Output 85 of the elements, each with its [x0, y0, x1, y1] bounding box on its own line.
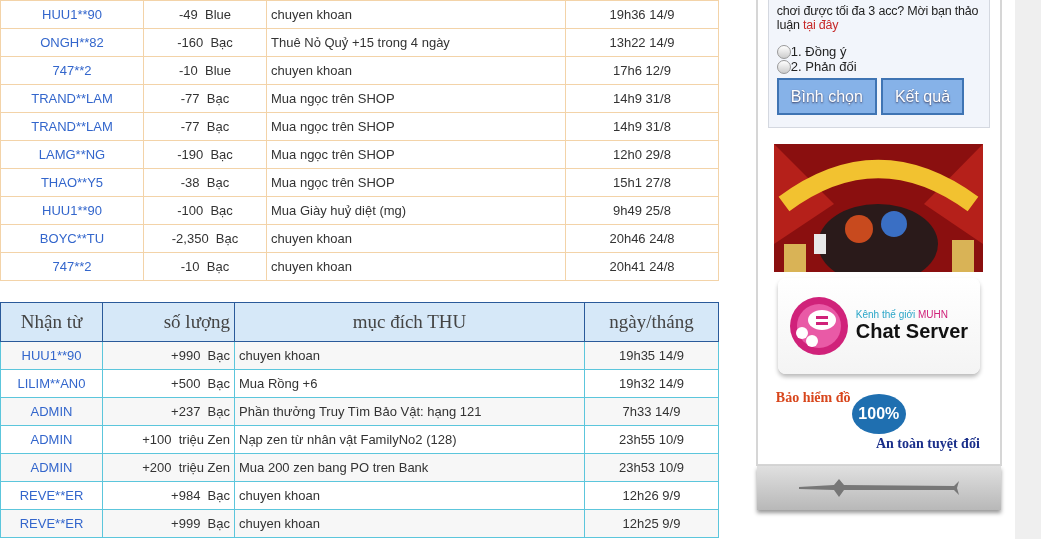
- chat-server-banner[interactable]: Kênh thế giới MUHN Chat Server: [777, 278, 980, 374]
- amount-cell: -160 Bạc: [143, 28, 267, 57]
- amount-cell: -10 Blue: [143, 56, 267, 85]
- player-name[interactable]: TRAND**LAM: [0, 84, 144, 113]
- time-cell: 19h35 14/9: [584, 341, 719, 370]
- player-name[interactable]: BOYC**TU: [0, 224, 144, 253]
- time-cell: 23h55 10/9: [584, 425, 719, 454]
- amount-cell: -10 Bạc: [143, 252, 267, 281]
- purpose-cell: chuyen khoan: [234, 341, 585, 370]
- time-cell: 12h25 9/9: [584, 509, 719, 538]
- amount-cell: +500 Bạc: [102, 369, 235, 398]
- player-name[interactable]: HUU1**90: [0, 0, 144, 29]
- amount-cell: +100 triệu Zen: [102, 425, 235, 454]
- player-name[interactable]: HUU1**90: [0, 196, 144, 225]
- poll-question: chơi được tối đa 3 acc? Mời bạn thảo luận tại đây: [776, 4, 980, 32]
- purpose-cell: chuyen khoan: [266, 224, 566, 253]
- time-cell: 12h26 9/9: [584, 481, 719, 510]
- insurance-slogan: An toàn tuyệt đối: [875, 436, 980, 452]
- purpose-cell: chuyen khoan: [234, 509, 585, 538]
- discussion-link[interactable]: tại đây: [802, 18, 839, 32]
- time-cell: 19h32 14/9: [584, 369, 719, 398]
- insurance-title: Bảo hiểm đồ: [775, 390, 851, 406]
- chat-bubble-icon: [787, 295, 850, 357]
- column-header: ngày/tháng: [584, 302, 719, 342]
- player-name[interactable]: 747**2: [0, 252, 144, 281]
- amount-cell: -190 Bạc: [143, 140, 267, 169]
- time-cell: 13h22 14/9: [565, 28, 719, 57]
- guarantee-seal: 100%: [851, 394, 906, 434]
- radio-button[interactable]: [776, 59, 791, 74]
- purpose-cell: Nạp zen từ nhân vật FamilyNo2 (128): [234, 425, 585, 454]
- player-name[interactable]: 747**2: [0, 56, 144, 85]
- purpose-cell: Mua ngọc trên SHOP: [266, 140, 566, 169]
- radio-button[interactable]: [776, 44, 791, 59]
- amount-cell: +999 Bạc: [102, 509, 235, 538]
- amount-cell: -77 Bạc: [143, 112, 267, 141]
- purpose-cell: Thuê Nỏ Quỷ +15 trong 4 ngày: [266, 28, 566, 57]
- player-name[interactable]: HUU1**90: [0, 341, 103, 370]
- banner-subtitle: Kênh thế giới MUHN: [855, 309, 949, 320]
- player-name[interactable]: LILIM**AN0: [0, 369, 103, 398]
- player-name[interactable]: LAMG**NG: [0, 140, 144, 169]
- time-cell: 17h6 12/9: [565, 56, 719, 85]
- amount-cell: +984 Bạc: [102, 481, 235, 510]
- purpose-cell: chuyen khoan: [234, 481, 585, 510]
- option-label: 1. Đồng ý: [790, 44, 847, 59]
- player-name[interactable]: ONGH**82: [0, 28, 144, 57]
- amount-cell: -49 Blue: [143, 0, 267, 29]
- option-label: 2. Phản đối: [790, 59, 857, 74]
- column-header: số lượng: [102, 302, 235, 342]
- purpose-cell: Mua ngọc trên SHOP: [266, 168, 566, 197]
- player-name[interactable]: ADMIN: [0, 453, 103, 482]
- column-header: Nhận từ: [0, 302, 103, 342]
- time-cell: 12h0 29/8: [565, 140, 719, 169]
- column-header: mục đích THU: [234, 302, 585, 342]
- time-cell: 19h36 14/9: [565, 0, 719, 29]
- amount-cell: -2,350 Bạc: [143, 224, 267, 253]
- purpose-cell: Mua ngọc trên SHOP: [266, 84, 566, 113]
- purpose-cell: Phần thưởng Truy Tìm Bảo Vật: hạng 121: [234, 397, 585, 426]
- time-cell: 20h46 24/8: [565, 224, 719, 253]
- time-cell: 14h9 31/8: [565, 112, 719, 141]
- amount-cell: +200 triệu Zen: [102, 453, 235, 482]
- time-cell: 20h41 24/8: [565, 252, 719, 281]
- purpose-cell: Mua Giày huỷ diệt (mg): [266, 196, 566, 225]
- banner-title: Chat Server: [855, 320, 969, 343]
- time-cell: 9h49 25/8: [565, 196, 719, 225]
- amount-cell: -100 Bạc: [143, 196, 267, 225]
- purpose-cell: chuyen khoan: [266, 252, 566, 281]
- time-cell: 15h1 27/8: [565, 168, 719, 197]
- purpose-cell: Mua Rồng +6: [234, 369, 585, 398]
- purpose-cell: chuyen khoan: [266, 0, 566, 29]
- purpose-cell: chuyen khoan: [266, 56, 566, 85]
- player-name[interactable]: REVE**ER: [0, 481, 103, 510]
- amount-cell: -38 Bạc: [143, 168, 267, 197]
- player-name[interactable]: ADMIN: [0, 425, 103, 454]
- time-cell: 7h33 14/9: [584, 397, 719, 426]
- amount-cell: -77 Bạc: [143, 84, 267, 113]
- amount-cell: +990 Bạc: [102, 341, 235, 370]
- player-name[interactable]: REVE**ER: [0, 509, 103, 538]
- player-name[interactable]: THAO**Y5: [0, 168, 144, 197]
- amount-cell: +237 Bạc: [102, 397, 235, 426]
- purpose-cell: Mua 200 zen bang PO tren Bank: [234, 453, 585, 482]
- purpose-cell: Mua ngọc trên SHOP: [266, 112, 566, 141]
- time-cell: 14h9 31/8: [565, 84, 719, 113]
- player-name[interactable]: ADMIN: [0, 397, 103, 426]
- player-name[interactable]: TRAND**LAM: [0, 112, 144, 141]
- time-cell: 23h53 10/9: [584, 453, 719, 482]
